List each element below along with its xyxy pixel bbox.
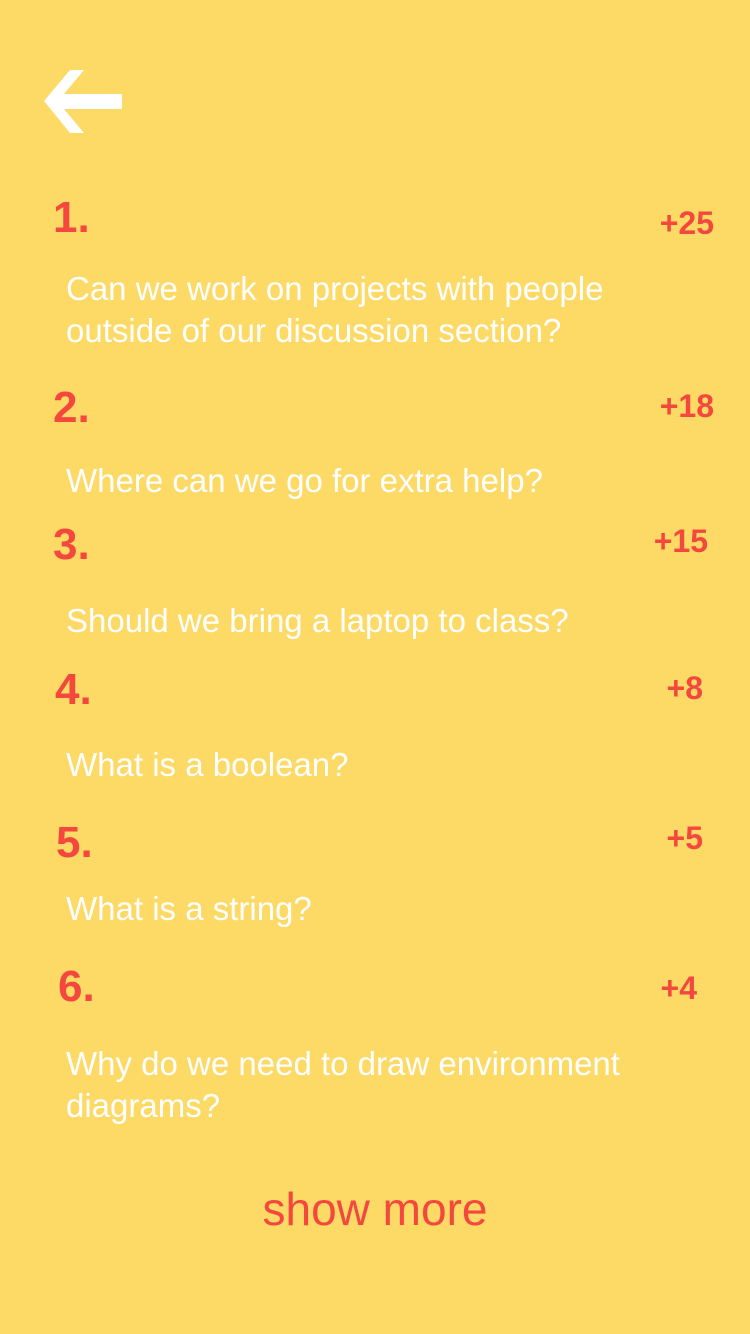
vote-score: +15 xyxy=(653,523,708,559)
rank-number: 6. xyxy=(58,962,95,1011)
vote-score: +4 xyxy=(660,970,697,1006)
show-more-button[interactable]: show more xyxy=(0,1184,750,1234)
arrow-left-icon xyxy=(44,70,122,133)
question-text: What is a string? xyxy=(66,890,312,927)
question-text: Should we bring a laptop to class? xyxy=(66,602,569,639)
rank-number: 2. xyxy=(53,383,90,432)
vote-score: +8 xyxy=(666,670,703,706)
question-text: Where can we go for extra help? xyxy=(66,462,543,499)
rank-number: 4. xyxy=(55,665,92,714)
rank-number: 5. xyxy=(56,818,93,867)
rank-number: 1. xyxy=(53,193,90,242)
question-text: Can we work on projects with people outs… xyxy=(66,270,604,349)
vote-score: +5 xyxy=(666,820,703,856)
vote-score: +25 xyxy=(659,205,714,241)
question-text: Why do we need to draw environment diagr… xyxy=(66,1045,620,1124)
vote-score: +18 xyxy=(659,388,714,424)
question-text: What is a boolean? xyxy=(66,746,349,783)
back-button[interactable] xyxy=(42,70,124,134)
rank-number: 3. xyxy=(53,520,90,569)
